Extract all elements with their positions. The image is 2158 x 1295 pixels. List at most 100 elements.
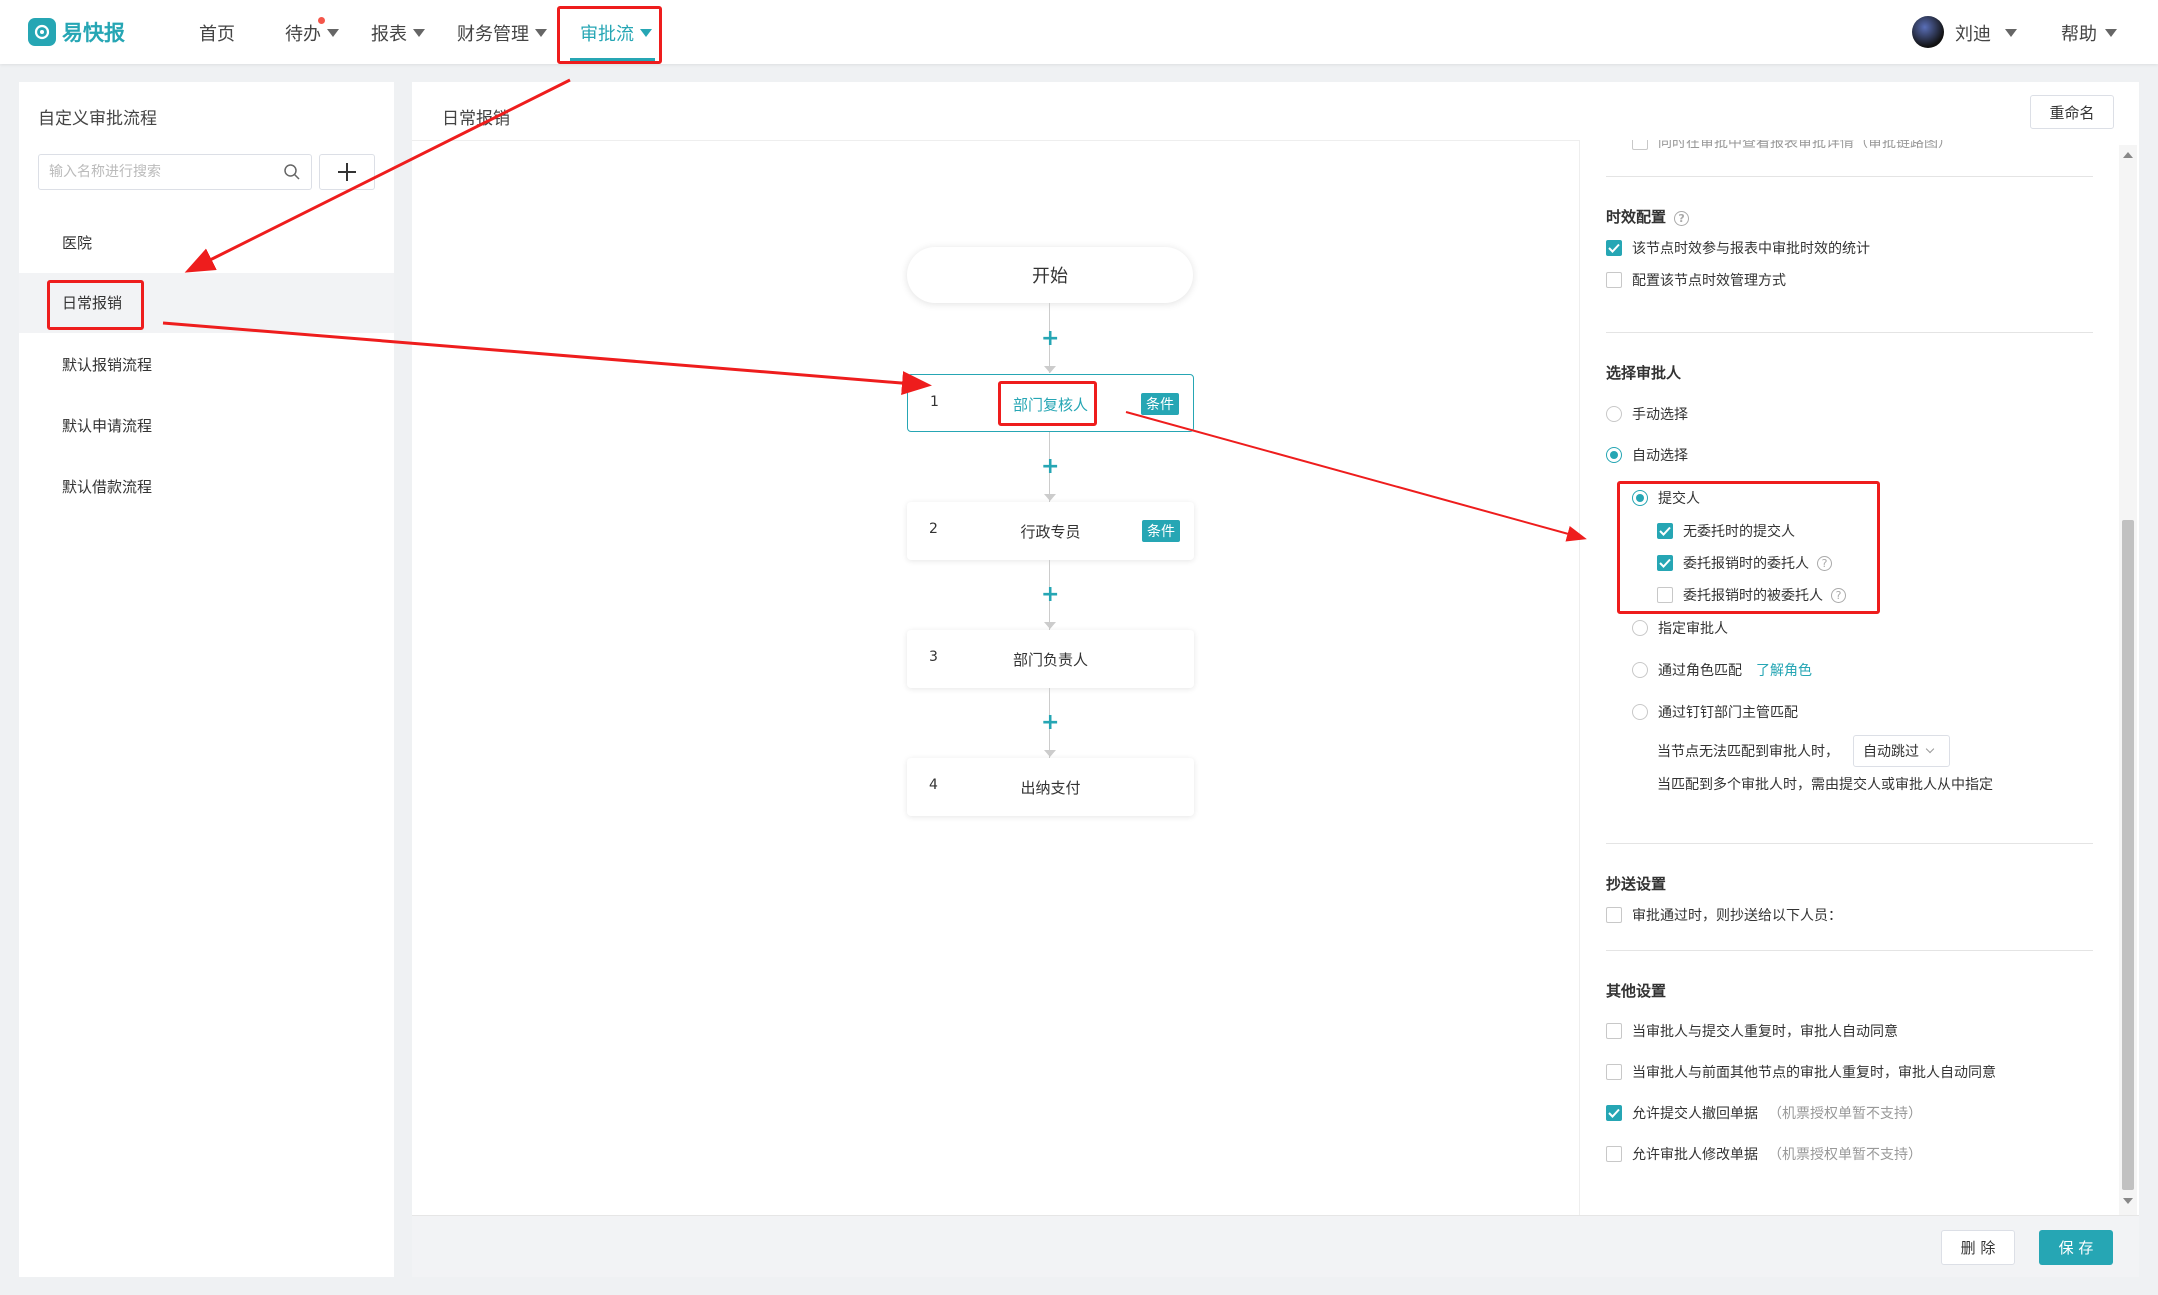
- radio[interactable]: [1632, 704, 1648, 720]
- truncated-option[interactable]: 同时在审批中查看报表审批详情（审批链路图）: [1632, 140, 1952, 152]
- option-label: 当审批人与提交人重复时，审批人自动同意: [1632, 1024, 1898, 1040]
- other-section-title: 其他设置: [1606, 982, 1667, 1000]
- checkbox[interactable]: [1606, 272, 1622, 288]
- page-title: 日常报销: [442, 109, 510, 129]
- search-field[interactable]: [38, 154, 312, 190]
- notification-dot: [318, 17, 325, 24]
- radio-auto[interactable]: 自动选择: [1606, 445, 1688, 465]
- option-note: （机票授权单暂不支持）: [1768, 1147, 1922, 1163]
- add-node-plus-icon[interactable]: +: [1041, 456, 1059, 478]
- flow-node-3[interactable]: 3 部门负责人: [907, 630, 1194, 688]
- radio-dingtalk-match[interactable]: 通过钉钉部门主管匹配: [1632, 702, 1798, 722]
- flow-item-default-request[interactable]: 默认申请流程: [19, 396, 394, 456]
- brand-logo[interactable]: 易快报: [28, 16, 125, 48]
- option-label: 手动选择: [1632, 407, 1688, 423]
- check-icon: [1608, 243, 1620, 253]
- nav-todo[interactable]: 待办: [285, 20, 339, 46]
- option-label: 通过角色匹配: [1658, 663, 1742, 679]
- annotation-box-node: [998, 381, 1097, 426]
- radio-role-match[interactable]: 通过角色匹配 了解角色: [1632, 660, 1812, 680]
- brand-name: 易快报: [62, 21, 125, 45]
- radio[interactable]: [1632, 620, 1648, 636]
- select-value: 自动跳过: [1863, 744, 1919, 760]
- radio[interactable]: [1632, 662, 1648, 678]
- node-config-panel: 同时在审批中查看报表审批详情（审批链路图） 时效配置? 该节点时效参与报表中审批…: [1579, 140, 2119, 1215]
- approval-flow-list-panel: 自定义审批流程 医院 日常报销 默认报销流程 默认申请流程 默认借款流程: [19, 82, 394, 1277]
- timing-option-manage[interactable]: 配置该节点时效管理方式: [1606, 270, 1786, 290]
- other-option-3[interactable]: 允许提交人撤回单据 （机票授权单暂不支持）: [1606, 1103, 1922, 1123]
- add-flow-button[interactable]: [319, 154, 375, 190]
- search-input[interactable]: [39, 155, 269, 189]
- user-name: 刘迪: [1955, 24, 1991, 45]
- option-label: 允许提交人撤回单据: [1632, 1106, 1758, 1122]
- user-menu[interactable]: 刘迪: [1955, 20, 2017, 46]
- checkbox-checked[interactable]: [1606, 1105, 1622, 1121]
- chevron-down-icon: [413, 29, 425, 37]
- option-label: 同时在审批中查看报表审批详情（审批链路图）: [1658, 140, 1952, 151]
- option-label: 允许审批人修改单据: [1632, 1147, 1758, 1163]
- radio-designated[interactable]: 指定审批人: [1632, 618, 1728, 638]
- save-button[interactable]: 保 存: [2039, 1230, 2113, 1265]
- nav-reports[interactable]: 报表: [371, 20, 425, 46]
- timing-option-stat[interactable]: 该节点时效参与报表中审批时效的统计: [1606, 238, 1870, 258]
- plus-icon: [338, 163, 356, 181]
- nav-reports-label: 报表: [371, 24, 407, 45]
- checkbox-checked[interactable]: [1606, 240, 1622, 256]
- section-title-text: 时效配置: [1606, 208, 1667, 226]
- flow-node-2[interactable]: 2 行政专员 条件: [907, 502, 1194, 560]
- flow-item-hospital[interactable]: 医院: [19, 213, 394, 273]
- option-label: 自动选择: [1632, 448, 1688, 464]
- other-option-2[interactable]: 当审批人与前面其他节点的审批人重复时，审批人自动同意: [1606, 1062, 1996, 1082]
- avatar[interactable]: [1912, 16, 1944, 48]
- flow-item-default-reimbursement[interactable]: 默认报销流程: [19, 335, 394, 395]
- checkbox[interactable]: [1606, 1146, 1622, 1162]
- multi-match-note: 当匹配到多个审批人时，需由提交人或审批人从中指定: [1657, 774, 1993, 794]
- start-node-label: 开始: [1032, 266, 1068, 287]
- flow-node-4[interactable]: 4 出纳支付: [907, 758, 1194, 816]
- option-label: 通过钉钉部门主管匹配: [1658, 705, 1798, 721]
- add-node-plus-icon[interactable]: +: [1041, 584, 1059, 606]
- chevron-down-icon: [1925, 744, 1935, 754]
- checkbox[interactable]: [1632, 140, 1648, 150]
- radio-manual[interactable]: 手动选择: [1606, 404, 1688, 424]
- timing-section-title: 时效配置?: [1606, 206, 1690, 227]
- arrow-down-icon: [1044, 622, 1056, 629]
- no-match-select[interactable]: 自动跳过: [1853, 735, 1950, 767]
- divider: [1606, 176, 2093, 177]
- help-menu[interactable]: 帮助: [2061, 20, 2117, 46]
- cc-option[interactable]: 审批通过时，则抄送给以下人员：: [1606, 905, 1842, 925]
- scrollbar-thumb[interactable]: [2122, 520, 2134, 1190]
- checkbox[interactable]: [1606, 1064, 1622, 1080]
- checkbox[interactable]: [1606, 1023, 1622, 1039]
- top-navigation-bar: 易快报 首页 待办 报表 财务管理 审批流 刘迪 帮助: [0, 0, 2158, 64]
- other-option-1[interactable]: 当审批人与提交人重复时，审批人自动同意: [1606, 1021, 1898, 1041]
- add-node-plus-icon[interactable]: +: [1041, 712, 1059, 734]
- divider: [1606, 332, 2093, 333]
- learn-roles-link[interactable]: 了解角色: [1756, 660, 1812, 680]
- other-option-4[interactable]: 允许审批人修改单据 （机票授权单暂不支持）: [1606, 1144, 1922, 1164]
- logo-icon: [28, 18, 56, 46]
- add-node-plus-icon[interactable]: +: [1041, 328, 1059, 350]
- condition-badge: 条件: [1142, 520, 1180, 542]
- flow-item-default-loan[interactable]: 默认借款流程: [19, 457, 394, 517]
- scroll-down-icon[interactable]: [2123, 1198, 2133, 1204]
- note-text: 当匹配到多个审批人时，需由提交人或审批人从中指定: [1657, 777, 1993, 793]
- arrow-down-icon: [1044, 366, 1056, 373]
- search-icon[interactable]: [283, 163, 301, 181]
- radio[interactable]: [1606, 406, 1622, 422]
- help-icon[interactable]: ?: [1674, 211, 1690, 226]
- chevron-down-icon: [327, 29, 339, 37]
- flow-item-label: 默认申请流程: [62, 417, 153, 435]
- radio-selected[interactable]: [1606, 447, 1622, 463]
- nav-finance[interactable]: 财务管理: [457, 20, 547, 46]
- annotation-box-nav: [557, 6, 662, 64]
- delete-button[interactable]: 删 除: [1941, 1230, 2015, 1265]
- no-match-setting: 当节点无法匹配到审批人时， 自动跳过: [1657, 735, 1950, 767]
- checkbox[interactable]: [1606, 907, 1622, 923]
- scroll-up-icon[interactable]: [2123, 152, 2133, 158]
- start-node[interactable]: 开始: [907, 247, 1193, 303]
- nav-home[interactable]: 首页: [199, 20, 235, 46]
- node-name: 部门负责人: [1012, 651, 1088, 669]
- rename-button[interactable]: 重命名: [2030, 95, 2114, 129]
- arrow-down-icon: [1044, 750, 1056, 757]
